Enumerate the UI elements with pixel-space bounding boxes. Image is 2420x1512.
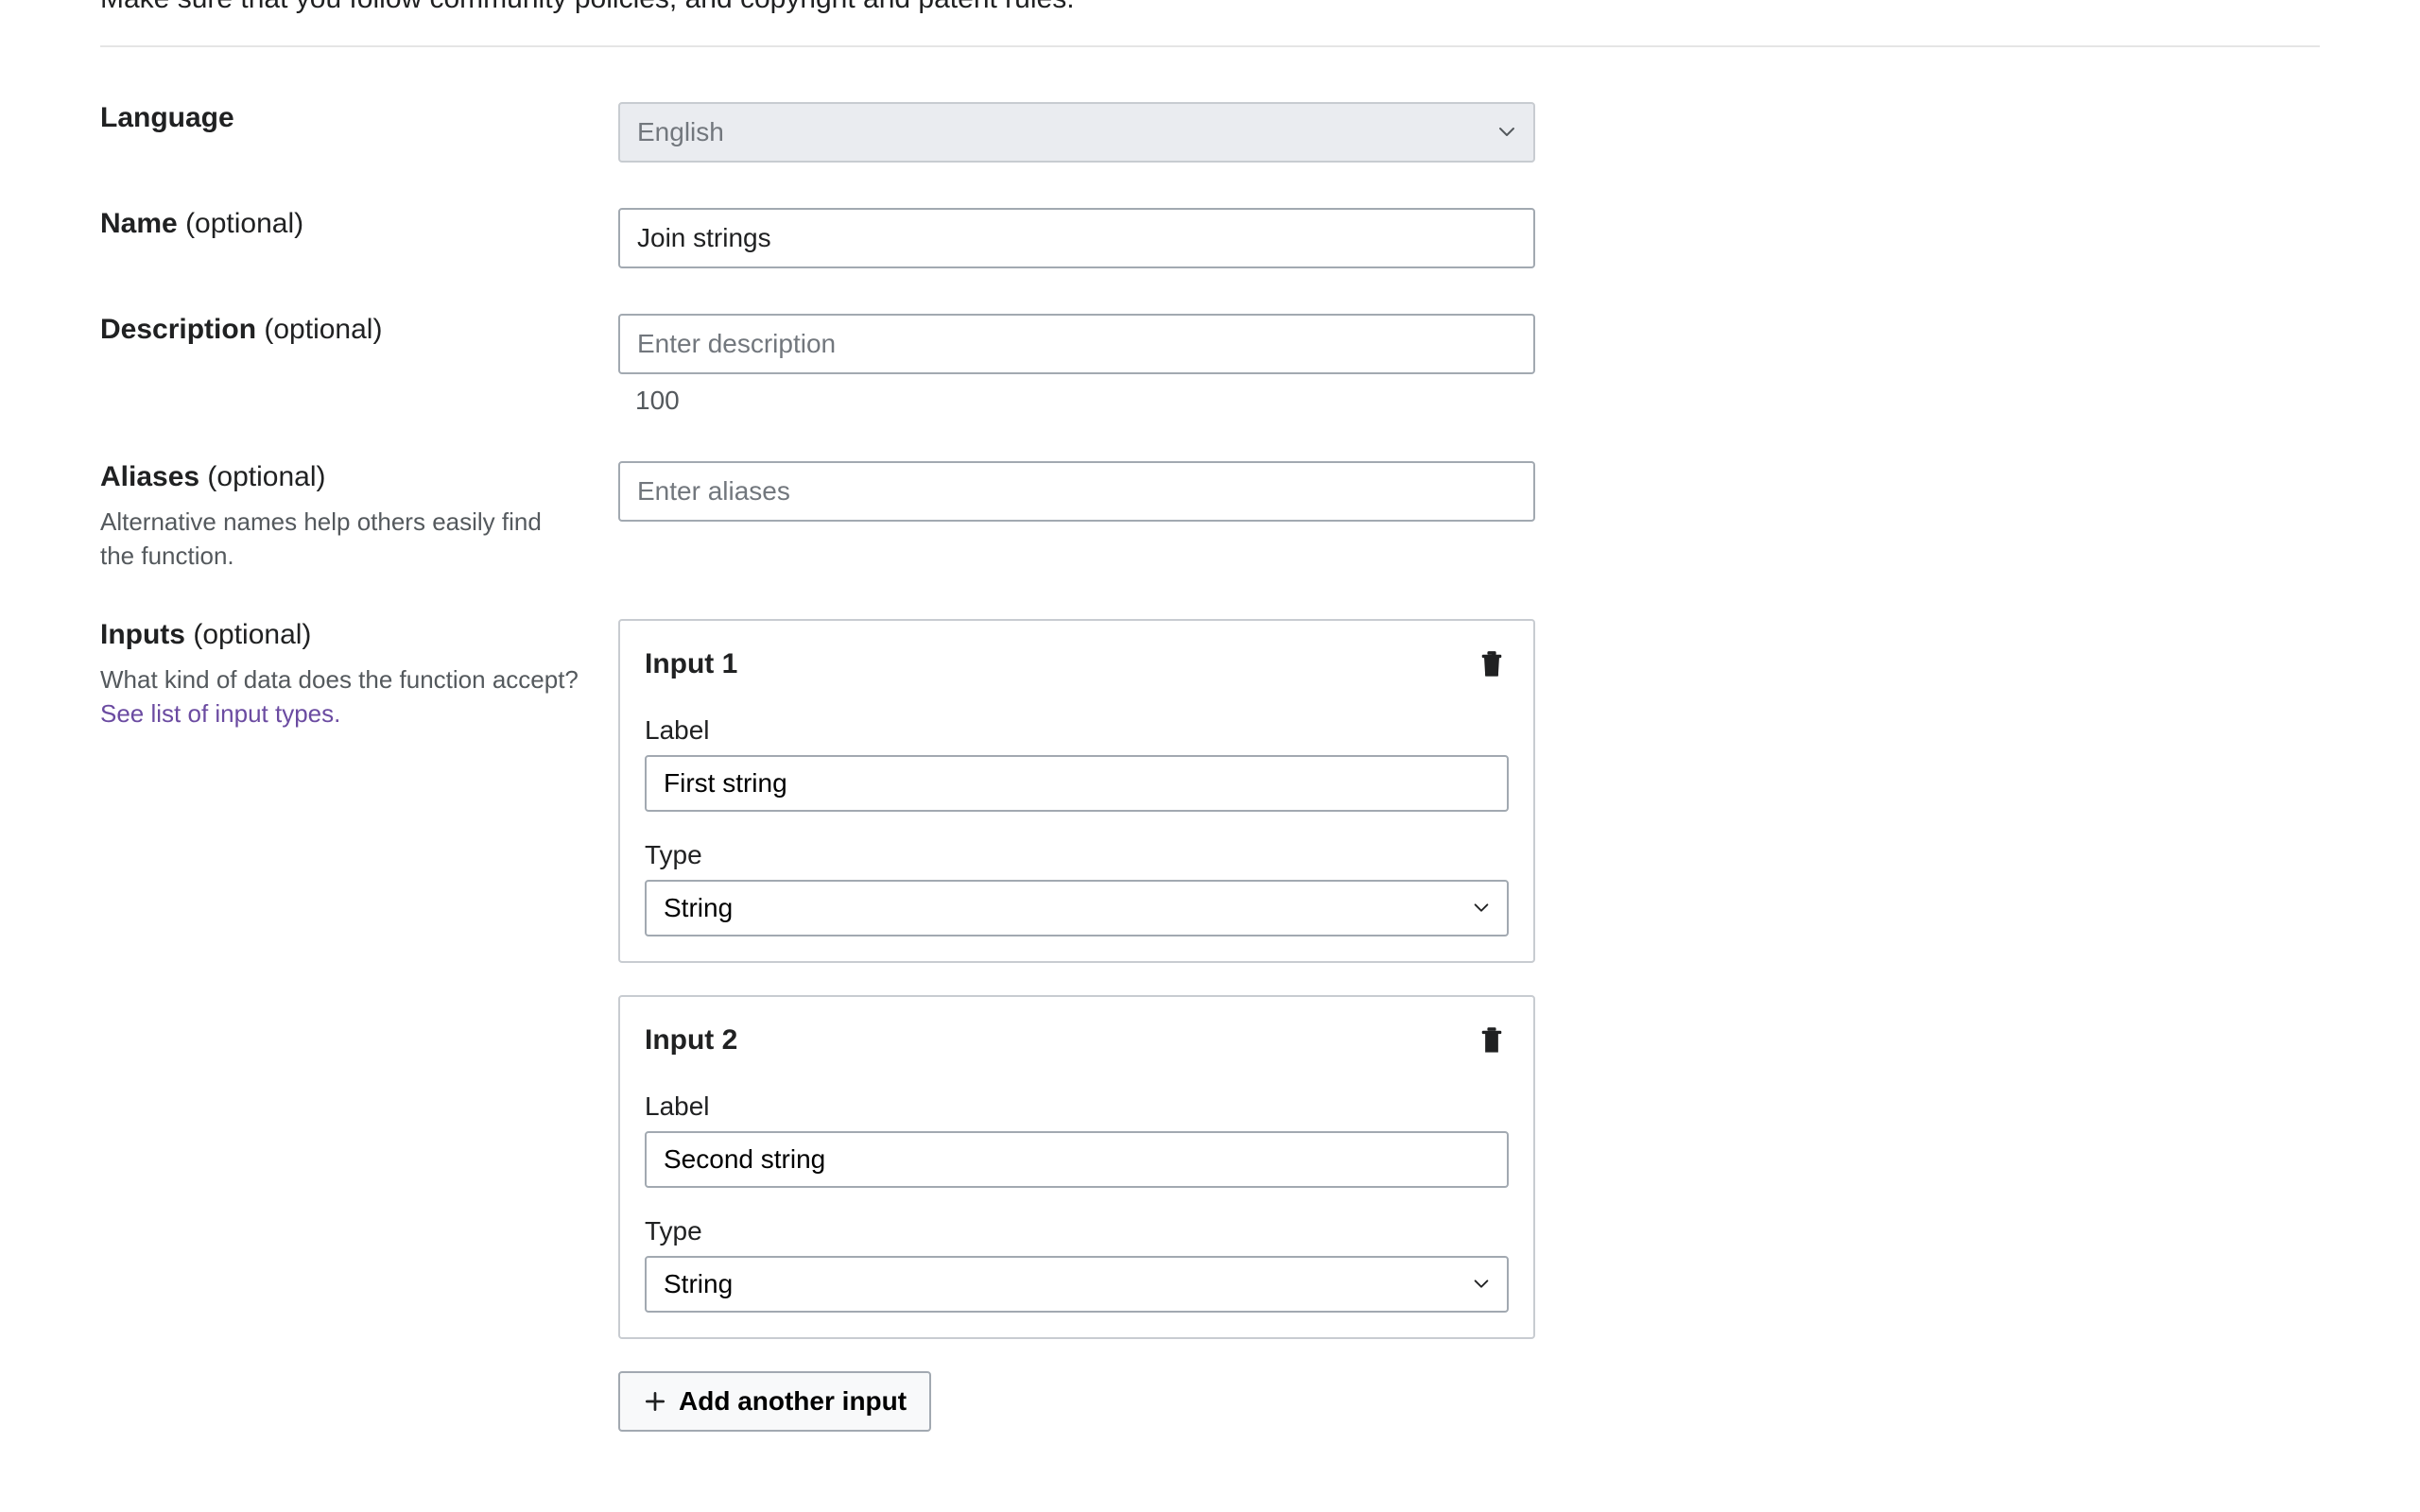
input-1-label-field[interactable] (645, 755, 1509, 812)
input-2-label-label: Label (645, 1091, 1509, 1122)
inputs-link[interactable]: See list of input types. (100, 699, 340, 728)
input-card-2: Input 2 Label Type (618, 995, 1535, 1339)
plus-icon (643, 1389, 667, 1414)
row-language: Language (100, 102, 2320, 163)
description-input[interactable] (618, 314, 1535, 374)
name-label: Name (100, 208, 178, 239)
input-card-1: Input 1 Label Type (618, 619, 1535, 963)
description-hint: 100 (618, 386, 1535, 416)
row-description: Description (optional) 100 (100, 314, 2320, 416)
input-2-type-select[interactable] (645, 1256, 1509, 1313)
inputs-label: Inputs (100, 619, 185, 650)
input-1-type-select[interactable] (645, 880, 1509, 936)
aliases-input[interactable] (618, 461, 1535, 522)
inputs-optional: (optional) (193, 619, 311, 650)
intro-text: Make sure that you follow community poli… (100, 0, 2320, 45)
input-1-type-label: Type (645, 840, 1509, 870)
inputs-help: What kind of data does the function acce… (100, 665, 579, 694)
trash-icon (1478, 649, 1505, 679)
input-1-label-label: Label (645, 715, 1509, 746)
divider (100, 45, 2320, 47)
name-input[interactable] (618, 208, 1535, 268)
row-name: Name (optional) (100, 208, 2320, 268)
input-2-label-field[interactable] (645, 1131, 1509, 1188)
language-select[interactable] (618, 102, 1535, 163)
aliases-label: Aliases (100, 461, 199, 492)
name-optional: (optional) (185, 208, 303, 239)
description-label: Description (100, 314, 256, 345)
language-label: Language (100, 102, 234, 133)
add-another-input-label: Add another input (679, 1386, 907, 1417)
delete-input-2-button[interactable] (1475, 1022, 1509, 1059)
aliases-optional: (optional) (207, 461, 325, 492)
trash-icon (1478, 1025, 1505, 1056)
add-another-input-button[interactable]: Add another input (618, 1371, 931, 1432)
delete-input-1-button[interactable] (1475, 645, 1509, 683)
input-2-type-label: Type (645, 1216, 1509, 1246)
row-inputs: Inputs (optional) What kind of data does… (100, 619, 2320, 1432)
input-card-1-title: Input 1 (645, 648, 737, 680)
input-card-2-title: Input 2 (645, 1024, 737, 1057)
description-optional: (optional) (264, 314, 382, 345)
row-aliases: Aliases (optional) Alternative names hel… (100, 461, 2320, 574)
aliases-help: Alternative names help others easily fin… (100, 505, 580, 574)
